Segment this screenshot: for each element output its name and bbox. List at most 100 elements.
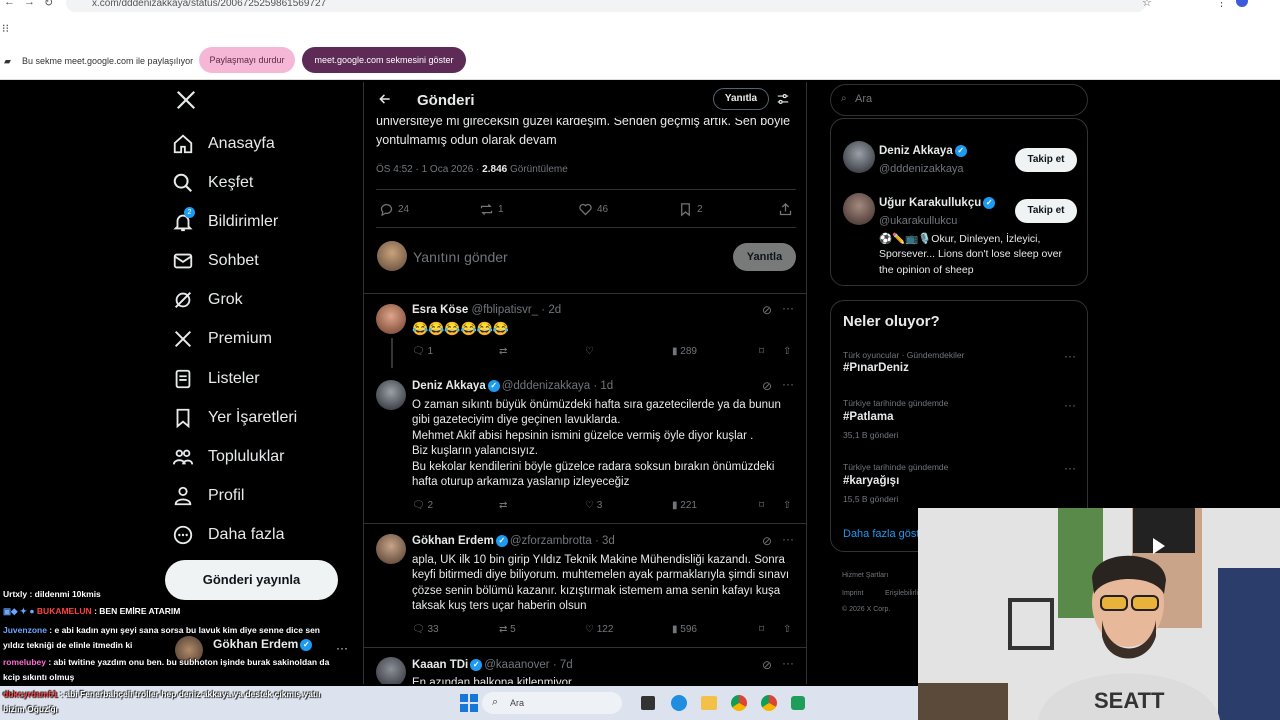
trend-tag[interactable]: #Patlama <box>843 411 894 423</box>
trend-tag[interactable]: #karyağışı <box>843 475 899 487</box>
page-title: Gönderi <box>417 92 475 109</box>
views-action[interactable]: ▮ 596 <box>672 624 697 635</box>
star-icon[interactable]: ☆ <box>1142 0 1152 9</box>
more-icon[interactable]: ··· <box>782 377 794 391</box>
share-action[interactable] <box>778 202 797 217</box>
x-logo-icon[interactable] <box>175 89 197 111</box>
address-bar[interactable]: x.com/dddenizakkaya/status/2006725259861… <box>66 0 1146 12</box>
trend-more-icon[interactable]: ··· <box>1064 398 1076 412</box>
grok-icon[interactable]: ⊘ <box>762 658 772 672</box>
nav-chat[interactable]: Sohbet <box>172 246 259 276</box>
grok-icon[interactable]: ⊘ <box>762 379 772 393</box>
suggestion-handle: @ukarakullukcu <box>879 215 958 227</box>
bookmark-icon[interactable]: ⌑ <box>759 624 764 635</box>
like-action[interactable]: ♡ 122 <box>585 624 613 635</box>
account-more-icon[interactable]: ··· <box>336 641 348 655</box>
reply-action[interactable]: 🗨 33 <box>412 624 439 635</box>
task-view-icon[interactable] <box>641 696 655 710</box>
back-arrow-icon[interactable] <box>378 92 392 106</box>
suggestion-name[interactable]: Uğur Karakullukçu ✓ <box>879 197 997 209</box>
show-meet-tab-button[interactable]: meet.google.com sekmesini göster <box>302 47 466 73</box>
grok-icon[interactable]: ⊘ <box>762 303 772 317</box>
show-more-link[interactable]: Daha fazla göster <box>843 528 929 540</box>
menu-icon[interactable]: ⋮ <box>1216 0 1227 9</box>
like-action[interactable]: ♡ 3 <box>585 500 602 511</box>
apps-icon[interactable]: ⁝⁝ <box>2 22 9 35</box>
trend-more-icon[interactable]: ··· <box>1064 461 1076 475</box>
taskbar-search[interactable]: ⌕ Ara <box>482 692 622 714</box>
more-icon[interactable]: ··· <box>782 532 794 546</box>
trend-tag[interactable]: #PınarDeniz <box>843 362 909 374</box>
file-explorer-icon[interactable] <box>701 696 717 710</box>
reply-text-line: apla, UK ilk 10 bin girip Yıldız Teknik … <box>412 554 785 566</box>
like-action[interactable]: 46 <box>578 202 608 217</box>
sliders-icon[interactable] <box>776 92 790 106</box>
avatar[interactable] <box>843 141 875 173</box>
footer-link[interactable]: Imprint <box>842 590 863 597</box>
reply-submit-button[interactable]: Yanıtla <box>733 243 796 271</box>
nav-profile[interactable]: Profil <box>172 481 244 511</box>
share-icon[interactable]: ⇧ <box>783 500 791 511</box>
footer-link[interactable]: Hizmet Şartları <box>842 572 888 579</box>
nav-grok[interactable]: Grok <box>172 285 243 315</box>
reply-author[interactable]: Kaaan TDi ✓ @kaaanover · 7d <box>412 659 573 671</box>
views-action[interactable]: ▮ 221 <box>672 500 697 511</box>
reply-action[interactable]: 🗨 1 <box>412 346 433 357</box>
nav-premium[interactable]: Premium <box>172 324 272 354</box>
edge-icon[interactable] <box>671 695 687 711</box>
grok-icon[interactable]: ⊘ <box>762 534 772 548</box>
profile-avatar[interactable] <box>1236 0 1248 7</box>
app-icon[interactable] <box>791 696 805 710</box>
trends-title: Neler oluyor? <box>843 313 940 330</box>
avatar[interactable] <box>376 657 406 684</box>
nav-notifications[interactable]: Bildirimler 2 <box>172 207 278 237</box>
repost-icon[interactable]: ⇄ <box>499 500 507 511</box>
account-name[interactable]: Gökhan Erdem ✓ <box>213 637 314 651</box>
reply-action[interactable]: 24 <box>379 202 409 217</box>
share-icon[interactable]: ⇧ <box>783 346 791 357</box>
chrome-icon[interactable] <box>761 695 777 711</box>
views-action[interactable]: ▮ 289 <box>672 346 697 357</box>
bookmark-icon[interactable]: ⌑ <box>759 346 764 357</box>
more-icon[interactable]: ··· <box>782 656 794 670</box>
chrome-icon[interactable] <box>731 695 747 711</box>
trend-more-icon[interactable]: ··· <box>1064 349 1076 363</box>
reply-author[interactable]: Gökhan Erdem ✓ @zforzambrotta · 3d <box>412 535 615 547</box>
back-icon[interactable]: ← <box>4 0 15 8</box>
heart-icon[interactable]: ♡ <box>585 346 594 357</box>
nav-more[interactable]: Daha fazla <box>172 520 285 550</box>
follow-button[interactable]: Takip et <box>1015 199 1077 223</box>
nav-home[interactable]: Anasayfa <box>172 129 275 159</box>
bookmark-icon[interactable]: ⌑ <box>759 500 764 511</box>
reply-chip-button[interactable]: Yanıtla <box>713 88 769 110</box>
suggestion-name[interactable]: Deniz Akkaya ✓ <box>879 145 969 157</box>
avatar[interactable] <box>376 534 406 564</box>
repost-action[interactable]: ⇄ 5 <box>499 624 516 635</box>
avatar[interactable] <box>376 304 406 334</box>
search-input[interactable]: ⌕ Ara <box>830 84 1088 116</box>
more-icon[interactable]: ··· <box>782 301 794 315</box>
reply-input[interactable]: Yanıtını gönder <box>413 249 508 265</box>
nav-explore[interactable]: Keşfet <box>172 168 253 198</box>
nav-label: Sohbet <box>208 252 259 269</box>
nav-lists[interactable]: Listeler <box>172 364 260 394</box>
nav-bookmarks[interactable]: Yer İşaretleri <box>172 403 297 433</box>
share-icon[interactable]: ⇧ <box>783 624 791 635</box>
reply-action[interactable]: 🗨 2 <box>412 500 433 511</box>
bookmark-action[interactable]: 2 <box>678 202 703 217</box>
follow-button[interactable]: Takip et <box>1015 148 1077 172</box>
forward-icon[interactable]: → <box>24 0 35 8</box>
repost-icon[interactable]: ⇄ <box>499 346 507 357</box>
avatar[interactable] <box>376 380 406 410</box>
stop-sharing-button[interactable]: Paylaşmayı durdur <box>199 47 295 73</box>
windows-start-icon[interactable] <box>460 694 478 712</box>
reply-author[interactable]: Esra Köse @fblipatisvr_ · 2d <box>412 304 561 316</box>
reply-author[interactable]: Deniz Akkaya ✓ @dddenizakkaya · 1d <box>412 380 613 392</box>
repost-action[interactable]: 1 <box>479 202 504 217</box>
nav-communities[interactable]: Topluluklar <box>172 442 284 472</box>
reload-icon[interactable]: ↻ <box>44 0 53 9</box>
post-button[interactable]: Gönderi yayınla <box>165 560 338 600</box>
avatar[interactable] <box>843 193 875 225</box>
footer-link[interactable]: Erişilebilirlik <box>885 590 922 597</box>
search-icon <box>173 173 193 193</box>
